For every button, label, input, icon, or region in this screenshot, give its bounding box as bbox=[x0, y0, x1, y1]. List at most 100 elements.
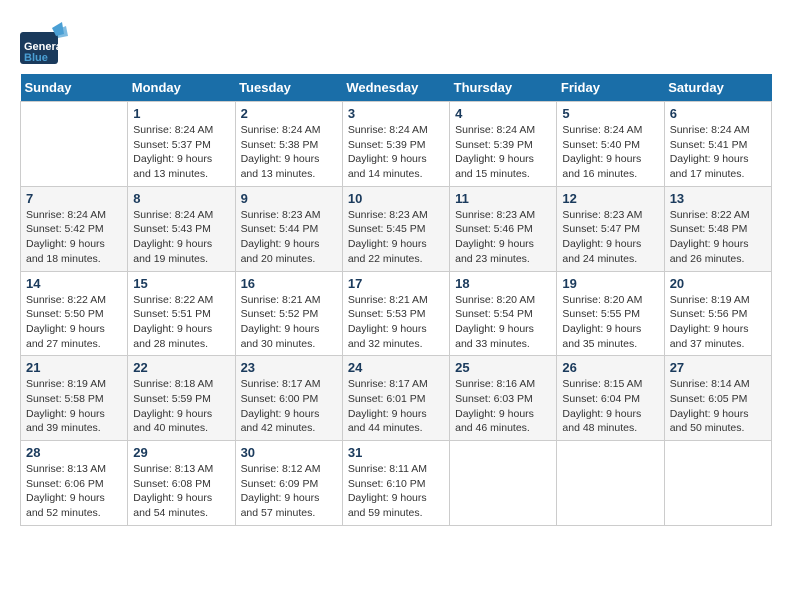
sunrise-text: Sunrise: 8:17 AM bbox=[241, 378, 321, 390]
sunrise-text: Sunrise: 8:22 AM bbox=[26, 294, 106, 306]
cell-content: Sunrise: 8:17 AM Sunset: 6:00 PM Dayligh… bbox=[241, 377, 337, 436]
sunset-text: Sunset: 5:58 PM bbox=[26, 393, 104, 405]
sunset-text: Sunset: 5:55 PM bbox=[562, 308, 640, 320]
sunrise-text: Sunrise: 8:20 AM bbox=[455, 294, 535, 306]
sunrise-text: Sunrise: 8:18 AM bbox=[133, 378, 213, 390]
sunset-text: Sunset: 5:47 PM bbox=[562, 223, 640, 235]
calendar-cell: 16 Sunrise: 8:21 AM Sunset: 5:52 PM Dayl… bbox=[235, 271, 342, 356]
cell-content: Sunrise: 8:16 AM Sunset: 6:03 PM Dayligh… bbox=[455, 377, 551, 436]
cell-content: Sunrise: 8:22 AM Sunset: 5:50 PM Dayligh… bbox=[26, 293, 122, 352]
calendar-cell: 22 Sunrise: 8:18 AM Sunset: 5:59 PM Dayl… bbox=[128, 356, 235, 441]
sunset-text: Sunset: 5:42 PM bbox=[26, 223, 104, 235]
day-number: 26 bbox=[562, 360, 658, 375]
daylight-text: Daylight: 9 hours and 20 minutes. bbox=[241, 238, 320, 265]
sunrise-text: Sunrise: 8:24 AM bbox=[26, 209, 106, 221]
calendar-cell: 15 Sunrise: 8:22 AM Sunset: 5:51 PM Dayl… bbox=[128, 271, 235, 356]
daylight-text: Daylight: 9 hours and 13 minutes. bbox=[133, 153, 212, 180]
calendar-cell: 4 Sunrise: 8:24 AM Sunset: 5:39 PM Dayli… bbox=[450, 102, 557, 187]
day-number: 25 bbox=[455, 360, 551, 375]
column-header-saturday: Saturday bbox=[664, 74, 771, 102]
sunset-text: Sunset: 6:09 PM bbox=[241, 478, 319, 490]
sunset-text: Sunset: 6:06 PM bbox=[26, 478, 104, 490]
sunset-text: Sunset: 5:50 PM bbox=[26, 308, 104, 320]
calendar-cell bbox=[450, 441, 557, 526]
calendar-week-3: 14 Sunrise: 8:22 AM Sunset: 5:50 PM Dayl… bbox=[21, 271, 772, 356]
sunrise-text: Sunrise: 8:21 AM bbox=[241, 294, 321, 306]
daylight-text: Daylight: 9 hours and 42 minutes. bbox=[241, 408, 320, 435]
sunrise-text: Sunrise: 8:20 AM bbox=[562, 294, 642, 306]
column-header-thursday: Thursday bbox=[450, 74, 557, 102]
calendar-cell: 14 Sunrise: 8:22 AM Sunset: 5:50 PM Dayl… bbox=[21, 271, 128, 356]
calendar-cell: 10 Sunrise: 8:23 AM Sunset: 5:45 PM Dayl… bbox=[342, 186, 449, 271]
sunrise-text: Sunrise: 8:13 AM bbox=[133, 463, 213, 475]
daylight-text: Daylight: 9 hours and 57 minutes. bbox=[241, 492, 320, 519]
sunrise-text: Sunrise: 8:24 AM bbox=[133, 209, 213, 221]
daylight-text: Daylight: 9 hours and 37 minutes. bbox=[670, 323, 749, 350]
daylight-text: Daylight: 9 hours and 35 minutes. bbox=[562, 323, 641, 350]
daylight-text: Daylight: 9 hours and 19 minutes. bbox=[133, 238, 212, 265]
sunrise-text: Sunrise: 8:16 AM bbox=[455, 378, 535, 390]
day-number: 9 bbox=[241, 191, 337, 206]
cell-content: Sunrise: 8:13 AM Sunset: 6:06 PM Dayligh… bbox=[26, 462, 122, 521]
calendar-cell: 13 Sunrise: 8:22 AM Sunset: 5:48 PM Dayl… bbox=[664, 186, 771, 271]
calendar-cell bbox=[557, 441, 664, 526]
sunrise-text: Sunrise: 8:11 AM bbox=[348, 463, 427, 475]
daylight-text: Daylight: 9 hours and 52 minutes. bbox=[26, 492, 105, 519]
sunrise-text: Sunrise: 8:22 AM bbox=[670, 209, 750, 221]
cell-content: Sunrise: 8:24 AM Sunset: 5:42 PM Dayligh… bbox=[26, 208, 122, 267]
logo: General Blue bbox=[20, 20, 70, 64]
calendar-cell: 31 Sunrise: 8:11 AM Sunset: 6:10 PM Dayl… bbox=[342, 441, 449, 526]
calendar-cell: 8 Sunrise: 8:24 AM Sunset: 5:43 PM Dayli… bbox=[128, 186, 235, 271]
sunrise-text: Sunrise: 8:24 AM bbox=[348, 124, 428, 136]
cell-content: Sunrise: 8:22 AM Sunset: 5:51 PM Dayligh… bbox=[133, 293, 229, 352]
cell-content: Sunrise: 8:15 AM Sunset: 6:04 PM Dayligh… bbox=[562, 377, 658, 436]
day-number: 15 bbox=[133, 276, 229, 291]
calendar-week-2: 7 Sunrise: 8:24 AM Sunset: 5:42 PM Dayli… bbox=[21, 186, 772, 271]
day-number: 14 bbox=[26, 276, 122, 291]
daylight-text: Daylight: 9 hours and 18 minutes. bbox=[26, 238, 105, 265]
sunrise-text: Sunrise: 8:19 AM bbox=[670, 294, 750, 306]
sunset-text: Sunset: 5:52 PM bbox=[241, 308, 319, 320]
sunrise-text: Sunrise: 8:12 AM bbox=[241, 463, 321, 475]
daylight-text: Daylight: 9 hours and 27 minutes. bbox=[26, 323, 105, 350]
logo-icon: General Blue bbox=[20, 20, 70, 64]
day-number: 28 bbox=[26, 445, 122, 460]
cell-content: Sunrise: 8:24 AM Sunset: 5:41 PM Dayligh… bbox=[670, 123, 766, 182]
calendar-table: SundayMondayTuesdayWednesdayThursdayFrid… bbox=[20, 74, 772, 526]
daylight-text: Daylight: 9 hours and 32 minutes. bbox=[348, 323, 427, 350]
sunset-text: Sunset: 6:10 PM bbox=[348, 478, 426, 490]
cell-content: Sunrise: 8:17 AM Sunset: 6:01 PM Dayligh… bbox=[348, 377, 444, 436]
day-number: 22 bbox=[133, 360, 229, 375]
calendar-cell: 27 Sunrise: 8:14 AM Sunset: 6:05 PM Dayl… bbox=[664, 356, 771, 441]
cell-content: Sunrise: 8:23 AM Sunset: 5:45 PM Dayligh… bbox=[348, 208, 444, 267]
day-number: 3 bbox=[348, 106, 444, 121]
sunset-text: Sunset: 6:03 PM bbox=[455, 393, 533, 405]
daylight-text: Daylight: 9 hours and 28 minutes. bbox=[133, 323, 212, 350]
daylight-text: Daylight: 9 hours and 54 minutes. bbox=[133, 492, 212, 519]
day-number: 16 bbox=[241, 276, 337, 291]
column-header-wednesday: Wednesday bbox=[342, 74, 449, 102]
sunset-text: Sunset: 5:54 PM bbox=[455, 308, 533, 320]
day-number: 10 bbox=[348, 191, 444, 206]
cell-content: Sunrise: 8:13 AM Sunset: 6:08 PM Dayligh… bbox=[133, 462, 229, 521]
calendar-cell: 19 Sunrise: 8:20 AM Sunset: 5:55 PM Dayl… bbox=[557, 271, 664, 356]
sunset-text: Sunset: 5:43 PM bbox=[133, 223, 211, 235]
sunrise-text: Sunrise: 8:24 AM bbox=[562, 124, 642, 136]
day-number: 4 bbox=[455, 106, 551, 121]
sunset-text: Sunset: 5:45 PM bbox=[348, 223, 426, 235]
calendar-week-4: 21 Sunrise: 8:19 AM Sunset: 5:58 PM Dayl… bbox=[21, 356, 772, 441]
day-number: 27 bbox=[670, 360, 766, 375]
daylight-text: Daylight: 9 hours and 46 minutes. bbox=[455, 408, 534, 435]
sunset-text: Sunset: 5:37 PM bbox=[133, 139, 211, 151]
day-number: 7 bbox=[26, 191, 122, 206]
day-number: 12 bbox=[562, 191, 658, 206]
calendar-cell: 20 Sunrise: 8:19 AM Sunset: 5:56 PM Dayl… bbox=[664, 271, 771, 356]
sunrise-text: Sunrise: 8:17 AM bbox=[348, 378, 428, 390]
calendar-cell: 9 Sunrise: 8:23 AM Sunset: 5:44 PM Dayli… bbox=[235, 186, 342, 271]
day-number: 21 bbox=[26, 360, 122, 375]
column-header-sunday: Sunday bbox=[21, 74, 128, 102]
daylight-text: Daylight: 9 hours and 16 minutes. bbox=[562, 153, 641, 180]
cell-content: Sunrise: 8:20 AM Sunset: 5:55 PM Dayligh… bbox=[562, 293, 658, 352]
cell-content: Sunrise: 8:18 AM Sunset: 5:59 PM Dayligh… bbox=[133, 377, 229, 436]
sunset-text: Sunset: 6:05 PM bbox=[670, 393, 748, 405]
